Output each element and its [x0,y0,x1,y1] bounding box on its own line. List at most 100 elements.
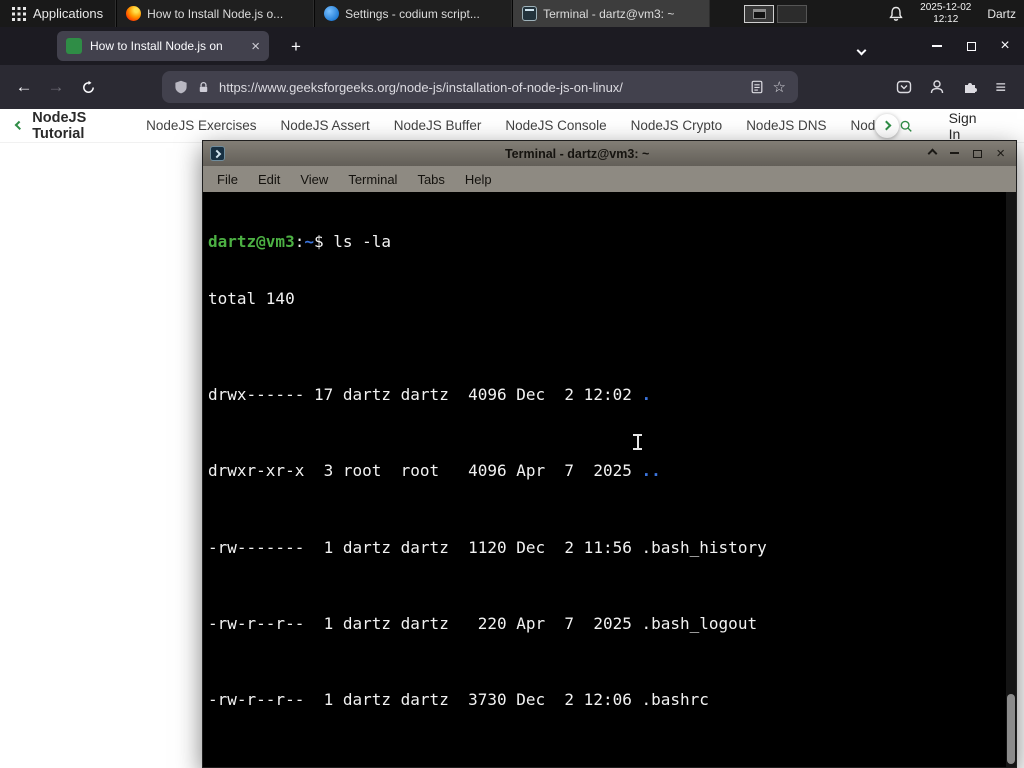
site-nav-bar: NodeJS Tutorial NodeJS Exercises NodeJS … [0,109,1024,143]
taskbar-window-title: How to Install Node.js o... [147,6,284,21]
terminal-titlebar[interactable]: Terminal - dartz@vm3: ~ × [203,141,1016,166]
terminal-menubar: File Edit View Terminal Tabs Help [203,166,1016,192]
command-text: ls -la [333,232,392,252]
screen: Applications How to Install Node.js o...… [0,0,1024,768]
menu-view[interactable]: View [290,169,338,190]
panel-status-area: 2025-12-02 12:12 Dartz [888,2,1024,25]
reader-mode-icon[interactable] [750,80,764,94]
clock: 2025-12-02 12:12 [920,2,971,25]
terminal-window-icon [210,146,225,161]
file-name: .bash_history [641,537,767,557]
site-nav-link[interactable]: NodeJS Exercises [146,118,256,133]
terminal-screen[interactable]: dartz@vm3:~$ ls -la total 140 drwx------… [203,192,1016,767]
tab-close-icon[interactable]: × [251,38,260,55]
back-button[interactable]: ← [8,71,40,103]
new-tab-button[interactable]: + [284,35,308,59]
nav-back-chevron-icon[interactable] [14,120,24,131]
workspace-2-button[interactable] [777,4,808,23]
site-nav-link[interactable]: NodeJS DNS [746,118,826,133]
site-nav-link[interactable]: NodeJS Console [505,118,606,133]
settings-icon [324,6,340,21]
total-line: total 140 [208,289,295,309]
forward-button[interactable]: → [40,71,72,103]
terminal-icon [522,6,538,21]
site-nav-link[interactable]: NodeJS Crypto [631,118,723,133]
browser-toolbar: ← → https://www.geeksforgeeks.org/node-j… [0,65,1024,109]
firefox-icon [126,6,142,21]
file-attributes: drwx------ 17 dartz dartz 4096 Dec 2 12:… [208,384,642,404]
url-bar[interactable]: https://www.geeksforgeeks.org/node-js/in… [162,71,798,103]
prompt-symbol: $ [313,232,334,252]
url-text: https://www.geeksforgeeks.org/node-js/in… [219,79,623,95]
terminal-scrollbar[interactable] [1006,192,1016,767]
tab-title: How to Install Node.js on [90,39,223,53]
terminal-shade-button[interactable] [927,148,938,159]
browser-window-controls: × [930,27,1024,65]
file-attributes: drwxr-xr-x 3 root root 4096 Apr 7 2025 [208,461,642,481]
listing-row: drwxr-xr-x 3 root root 4096 Apr 7 2025 .… [208,461,1016,480]
reload-button[interactable] [72,71,104,103]
taskbar-window-button[interactable]: Terminal - dartz@vm3: ~ [512,0,711,27]
mouse-cursor [633,434,642,450]
terminal-scrollbar-thumb[interactable] [1007,694,1015,764]
list-tabs-chevron-icon[interactable] [856,41,867,59]
file-attributes: -rw------- 1 dartz dartz 1120 Dec 2 11:5… [208,537,642,557]
account-icon[interactable] [929,79,945,95]
file-name: .bash_logout [641,614,758,634]
pocket-icon[interactable] [896,79,912,95]
site-favicon-icon [66,38,82,54]
browser-maximize-button[interactable] [964,39,978,53]
browser-tab[interactable]: How to Install Node.js on × [57,31,269,61]
terminal-title: Terminal - dartz@vm3: ~ [504,146,650,161]
taskbar-window-title: Settings - codium script... [345,6,480,21]
menu-edit[interactable]: Edit [248,169,290,190]
prompt-separator: : [294,232,305,252]
file-attributes: -rw-r--r-- 1 dartz dartz 220 Apr 7 2025 [208,614,642,634]
file-name: .. [641,461,661,481]
site-nav-title[interactable]: NodeJS Tutorial [32,110,126,142]
menu-file[interactable]: File [207,169,248,190]
menu-tabs[interactable]: Tabs [407,169,454,190]
bookmark-star-icon[interactable]: ☆ [773,78,786,96]
shield-icon[interactable] [174,80,188,94]
clock-date: 2025-12-02 [920,2,972,13]
clock-time: 12:12 [933,13,959,25]
workspace-pager [744,4,808,23]
mini-window-icon [752,8,766,19]
browser-minimize-button[interactable] [930,39,944,53]
taskbar-window-button[interactable]: How to Install Node.js o... [116,0,315,27]
lock-icon[interactable] [197,81,210,94]
terminal-window: Terminal - dartz@vm3: ~ × File Edit View… [202,140,1017,768]
tab-bar: How to Install Node.js on × + × [0,27,1024,65]
menu-terminal[interactable]: Terminal [338,169,407,190]
terminal-maximize-button[interactable] [973,149,983,158]
file-name: . [641,384,652,404]
user-label: Dartz [987,6,1016,21]
taskbar-window-title: Terminal - dartz@vm3: ~ [543,6,675,21]
listing-row: -rw-r--r-- 1 dartz dartz 3730 Dec 2 12:0… [208,690,1016,709]
file-attributes: -rw-r--r-- 1 dartz dartz 3730 Dec 2 12:0… [208,690,642,710]
top-panel: Applications How to Install Node.js o...… [0,0,1024,27]
menu-icon[interactable]: ≡ [995,77,1006,98]
sign-in-button[interactable]: Sign In [949,110,982,142]
applications-menu-button[interactable]: Applications [0,0,115,27]
terminal-minimize-button[interactable] [950,152,960,154]
nav-next-button[interactable] [874,113,899,138]
terminal-close-button[interactable]: × [996,146,1005,161]
workspace-1-button[interactable] [744,4,775,23]
prompt-user-host: dartz@vm3 [208,232,295,252]
applications-label: Applications [33,6,104,21]
search-icon[interactable] [899,117,913,135]
browser-close-button[interactable]: × [998,37,1012,54]
site-nav-link[interactable]: NodeJS Assert [280,118,369,133]
extensions-icon[interactable] [962,79,978,95]
notifications-bell-icon[interactable] [888,6,904,22]
toolbar-right-icons: ≡ [896,77,1016,98]
site-nav-link[interactable]: NodeJS Buffer [394,118,482,133]
terminal-listing: drwx------ 17 dartz dartz 4096 Dec 2 12:… [208,347,1016,767]
menu-help[interactable]: Help [455,169,502,190]
page-nav-links: NodeJS Exercises NodeJS Assert NodeJS Bu… [146,118,883,133]
listing-row: -rw-r--r-- 1 dartz dartz 220 Apr 7 2025 … [208,614,1016,633]
listing-row: -rw------- 1 dartz dartz 1120 Dec 2 11:5… [208,538,1016,557]
taskbar-window-button[interactable]: Settings - codium script... [314,0,513,27]
